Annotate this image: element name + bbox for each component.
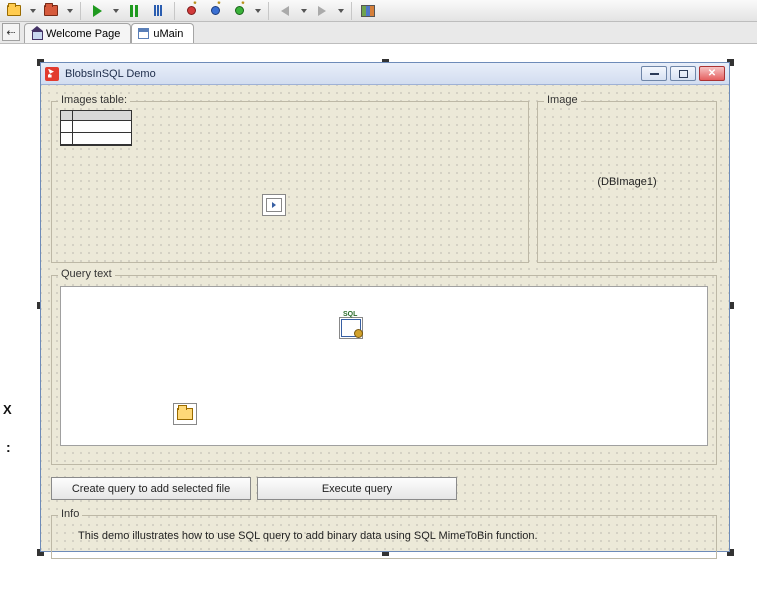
tab-welcome-label: Welcome Page <box>46 28 120 40</box>
stop-button[interactable] <box>148 1 168 21</box>
tab-umain-label: uMain <box>153 28 183 40</box>
pause-button[interactable] <box>124 1 144 21</box>
query-memo[interactable] <box>60 286 708 446</box>
close-button[interactable]: ✕ <box>699 66 725 81</box>
groupbox-info: Info This demo illustrates how to use SQ… <box>51 515 717 559</box>
groupbox-images-table-label: Images table: <box>58 94 130 106</box>
home-icon <box>31 28 42 39</box>
design-surface: BlobsInSQL Demo ✕ Images table: <box>30 44 751 586</box>
groupbox-query-label: Query text <box>58 268 115 280</box>
nav-back-button[interactable] <box>275 1 295 21</box>
gutter-close-x[interactable]: X <box>3 402 12 417</box>
groupbox-image-label: Image <box>544 94 581 106</box>
nav-back-dropdown[interactable] <box>299 9 308 13</box>
help-books-button[interactable] <box>358 1 378 21</box>
tab-umain[interactable]: uMain <box>131 23 194 43</box>
db-grid[interactable] <box>60 110 132 146</box>
form-titlebar[interactable]: BlobsInSQL Demo ✕ <box>41 63 729 85</box>
form-window[interactable]: BlobsInSQL Demo ✕ Images table: <box>40 62 730 552</box>
form-title: BlobsInSQL Demo <box>65 68 156 80</box>
new-folder-button[interactable] <box>4 1 24 21</box>
tab-strip: ⇠ Welcome Page uMain <box>0 22 757 44</box>
info-text: This demo illustrates how to use SQL que… <box>78 530 538 542</box>
main-toolbar <box>0 0 757 22</box>
create-query-button-label: Create query to add selected file <box>72 483 230 495</box>
groupbox-query[interactable]: Query text <box>51 275 717 465</box>
nav-fwd-button[interactable] <box>312 1 332 21</box>
breakpoint-red-button[interactable] <box>181 1 201 21</box>
breakpoint-green-button[interactable] <box>229 1 249 21</box>
groupbox-info-label: Info <box>58 508 82 520</box>
open-folder-button[interactable] <box>41 1 61 21</box>
tab-scroll-left[interactable]: ⇠ <box>2 23 20 41</box>
open-dialog-component-icon[interactable] <box>173 403 197 425</box>
run-dropdown[interactable] <box>111 9 120 13</box>
form-icon <box>138 28 149 39</box>
new-folder-dropdown[interactable] <box>28 9 37 13</box>
groupbox-images-table[interactable]: Images table: <box>51 101 529 263</box>
create-query-button[interactable]: Create query to add selected file <box>51 477 251 500</box>
gutter-dots: : <box>6 439 11 455</box>
form-body[interactable]: Images table: Image (DBImage1) Query tex… <box>41 85 729 551</box>
maximize-button[interactable] <box>670 66 696 81</box>
app-icon <box>45 67 59 81</box>
datasource-component-icon[interactable] <box>262 194 286 216</box>
sql-query-component-icon[interactable] <box>339 317 363 339</box>
breakpoint-blue-button[interactable] <box>205 1 225 21</box>
dbimage-placeholder[interactable]: (DBImage1) <box>538 176 716 188</box>
execute-query-button-label: Execute query <box>322 483 392 495</box>
left-gutter: X : <box>0 44 26 592</box>
tab-welcome[interactable]: Welcome Page <box>24 23 131 43</box>
breakpoint-dropdown[interactable] <box>253 9 262 13</box>
groupbox-image[interactable]: Image (DBImage1) <box>537 101 717 263</box>
execute-query-button[interactable]: Execute query <box>257 477 457 500</box>
nav-fwd-dropdown[interactable] <box>336 9 345 13</box>
run-button[interactable] <box>87 1 107 21</box>
open-folder-dropdown[interactable] <box>65 9 74 13</box>
minimize-button[interactable] <box>641 66 667 81</box>
